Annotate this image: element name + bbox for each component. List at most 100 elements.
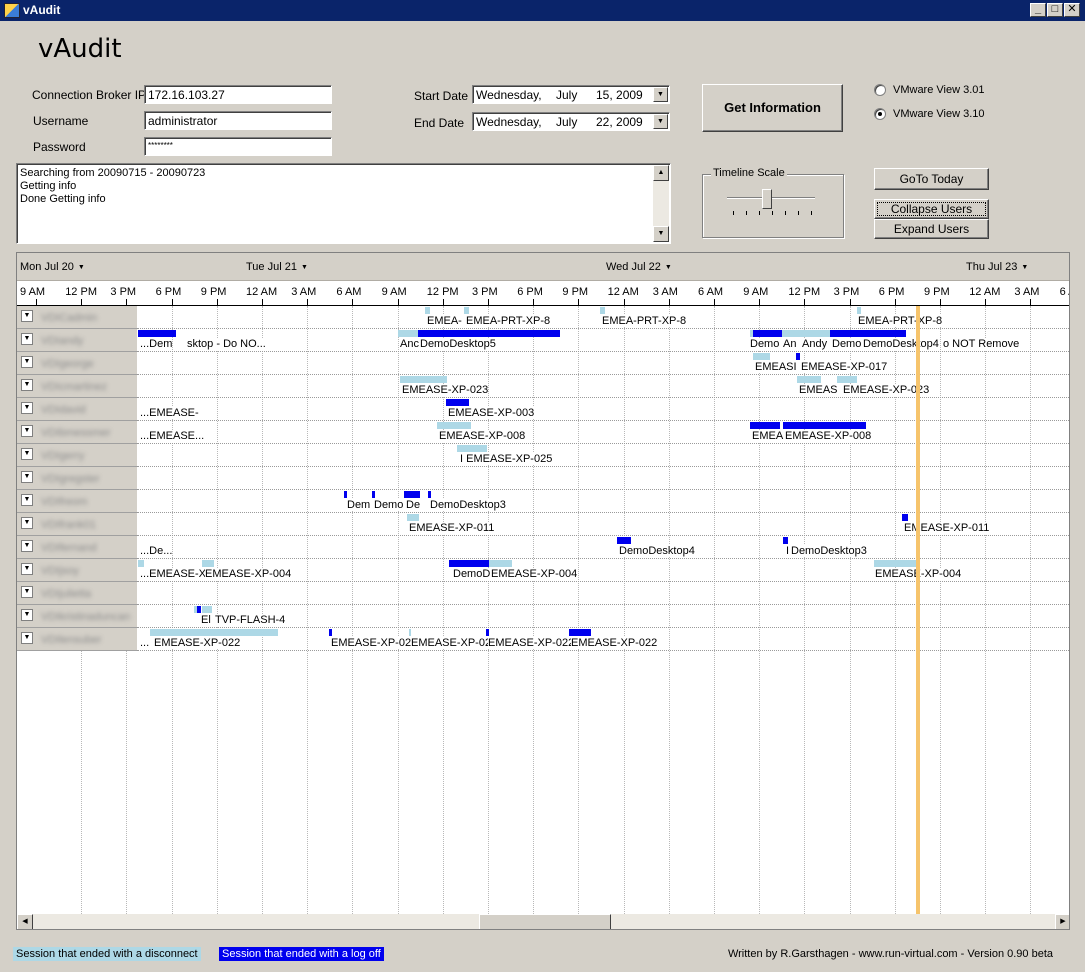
session-label[interactable]: TVP-FLASH-4 <box>215 614 286 626</box>
session-bar-logoff[interactable] <box>418 330 560 337</box>
session-label[interactable]: EMEASE-XP-022 <box>488 637 575 649</box>
session-bar-disconnect[interactable] <box>464 307 469 314</box>
timeline-panel[interactable]: Mon Jul 20 ▼ Tue Jul 21 ▼ Wed Jul 22 ▼ Thu Jul… <box>16 252 1070 930</box>
session-bar-disconnect[interactable] <box>437 422 471 429</box>
session-bar-disconnect[interactable] <box>489 560 512 567</box>
session-bar-disconnect[interactable] <box>400 376 447 383</box>
session-label[interactable]: An <box>783 338 797 350</box>
session-label[interactable]: EMEAS <box>799 384 838 396</box>
user-row-header[interactable]: ▼ VDIgerry <box>17 444 137 467</box>
start-date-picker[interactable]: Wednesday, July 15, 2009 ▼ <box>472 85 670 104</box>
session-label[interactable]: EMEASE-XP-017 <box>801 361 888 373</box>
session-label[interactable]: EMEASE-XP-008 <box>785 430 872 442</box>
scroll-up-icon[interactable]: ▲ <box>653 165 669 181</box>
expand-icon[interactable]: ▼ <box>21 402 33 414</box>
user-row-header[interactable]: ▼ VDICadmin <box>17 306 137 329</box>
log-scrollbar[interactable]: ▲ ▼ <box>653 165 669 242</box>
user-row-header[interactable]: ▼ VDIdavid <box>17 398 137 421</box>
session-label[interactable]: DemoDesktop3 <box>791 545 867 557</box>
session-label[interactable]: Andy <box>802 338 828 350</box>
radio-view-310[interactable] <box>874 108 886 120</box>
session-label[interactable]: EMEA-PRT-XP-8 <box>466 315 551 327</box>
session-label[interactable]: EMEASE-XP-011 <box>409 522 495 534</box>
session-bar-logoff[interactable] <box>138 330 176 337</box>
session-label[interactable]: De <box>406 499 421 511</box>
session-label[interactable]: EMEASE-XP-003 <box>448 407 535 419</box>
session-label[interactable]: EMEA- <box>427 315 462 327</box>
expand-icon[interactable]: ▼ <box>21 586 33 598</box>
session-label[interactable]: EMEASE-XP-004 <box>205 568 292 580</box>
session-bar-disconnect[interactable] <box>425 307 430 314</box>
chevron-down-icon[interactable]: ▼ <box>301 264 308 271</box>
collapse-users-button[interactable]: Collapse Users <box>874 199 989 219</box>
session-label[interactable]: Demo <box>832 338 862 350</box>
session-label[interactable]: EMEASI <box>755 361 797 373</box>
session-label[interactable]: ...EMEASE-X <box>140 568 207 580</box>
expand-icon[interactable]: ▼ <box>21 540 33 552</box>
session-label[interactable]: EMEASE-XP-022 <box>571 637 658 649</box>
expand-icon[interactable]: ▼ <box>21 563 33 575</box>
session-label[interactable]: EMEASE-XP-022 <box>154 637 241 649</box>
session-label[interactable]: ...Dem <box>140 338 173 350</box>
user-row-header[interactable]: ▼ VDIcmartinez <box>17 375 137 398</box>
chevron-down-icon[interactable]: ▼ <box>1021 264 1028 271</box>
user-row-header[interactable]: ▼ VDIbmessmer <box>17 421 137 444</box>
session-label[interactable]: EMEASE-XP-022 <box>331 637 418 649</box>
expand-icon[interactable]: ▼ <box>21 448 33 460</box>
log-output[interactable]: Searching from 20090715 - 20090723 Gettin… <box>16 163 671 244</box>
session-bar-disconnect[interactable] <box>398 330 418 337</box>
session-bar-disconnect[interactable] <box>138 560 144 567</box>
session-label[interactable]: EMEA <box>752 430 784 442</box>
end-date-picker[interactable]: Wednesday, July 22, 2009 ▼ <box>472 112 670 131</box>
session-bar-disconnect[interactable] <box>874 560 916 567</box>
session-bar-disconnect[interactable] <box>782 330 830 337</box>
session-bar-logoff[interactable] <box>344 491 347 498</box>
session-label[interactable]: EMEASE-XP-023 <box>402 384 489 396</box>
chevron-down-icon[interactable]: ▼ <box>78 264 85 271</box>
session-label[interactable]: I <box>786 545 790 557</box>
expand-icon[interactable]: ▼ <box>21 632 33 644</box>
session-bar-disconnect[interactable] <box>837 376 857 383</box>
goto-today-button[interactable]: GoTo Today <box>874 168 989 190</box>
session-bar-logoff[interactable] <box>446 399 469 406</box>
user-row-header[interactable]: ▼ VDIfreom <box>17 490 137 513</box>
session-bar-logoff[interactable] <box>428 491 431 498</box>
session-bar-logoff[interactable] <box>796 353 800 360</box>
session-bar-disconnect[interactable] <box>457 445 487 452</box>
slider-thumb[interactable] <box>762 189 772 209</box>
radio-view-301[interactable] <box>874 84 886 96</box>
session-label[interactable]: EMEASE-XP-008 <box>439 430 526 442</box>
user-row-header[interactable]: ▼ VDIlensuber <box>17 628 137 651</box>
session-label[interactable]: DemoDesktop5 <box>420 338 496 350</box>
scroll-right-icon[interactable]: ▶ <box>1055 914 1069 929</box>
expand-icon[interactable]: ▼ <box>21 310 33 322</box>
scroll-down-icon[interactable]: ▼ <box>653 226 669 242</box>
session-label[interactable]: ...De... <box>140 545 173 557</box>
minimize-button[interactable]: _ <box>1030 3 1046 17</box>
session-label[interactable]: Dem <box>347 499 371 511</box>
expand-icon[interactable]: ▼ <box>21 425 33 437</box>
session-bar-logoff[interactable] <box>617 537 631 544</box>
scroll-left-icon[interactable]: ◀ <box>17 914 33 929</box>
session-bar-logoff[interactable] <box>753 330 782 337</box>
session-bar-logoff[interactable] <box>329 629 332 636</box>
session-label[interactable]: EMEA-PRT-XP-8 <box>602 315 687 327</box>
expand-icon[interactable]: ▼ <box>21 379 33 391</box>
hscroll-thumb[interactable] <box>479 914 611 929</box>
timeline-hscrollbar[interactable]: ◀ ▶ <box>17 914 1069 929</box>
user-row-header[interactable]: ▼ VDIgregster <box>17 467 137 490</box>
session-label[interactable]: o NOT Remove <box>943 338 1020 350</box>
session-label[interactable]: ... <box>140 637 150 649</box>
expand-icon[interactable]: ▼ <box>21 609 33 621</box>
session-bar-disconnect[interactable] <box>202 606 212 613</box>
expand-icon[interactable]: ▼ <box>21 471 33 483</box>
session-label[interactable]: ...EMEASE... <box>140 430 205 442</box>
session-label[interactable]: El <box>201 614 211 626</box>
chevron-down-icon[interactable]: ▼ <box>653 87 668 102</box>
day-label[interactable]: Tue Jul 21 ▼ <box>246 261 308 273</box>
session-label[interactable]: I EMEASE-XP-025 <box>460 453 553 465</box>
session-bar-logoff[interactable] <box>750 422 780 429</box>
user-row-header[interactable]: ▼ VDIkristinaduncan <box>17 605 137 628</box>
day-label[interactable]: Wed Jul 22 ▼ <box>606 261 672 273</box>
session-bar-disconnect[interactable] <box>202 560 214 567</box>
